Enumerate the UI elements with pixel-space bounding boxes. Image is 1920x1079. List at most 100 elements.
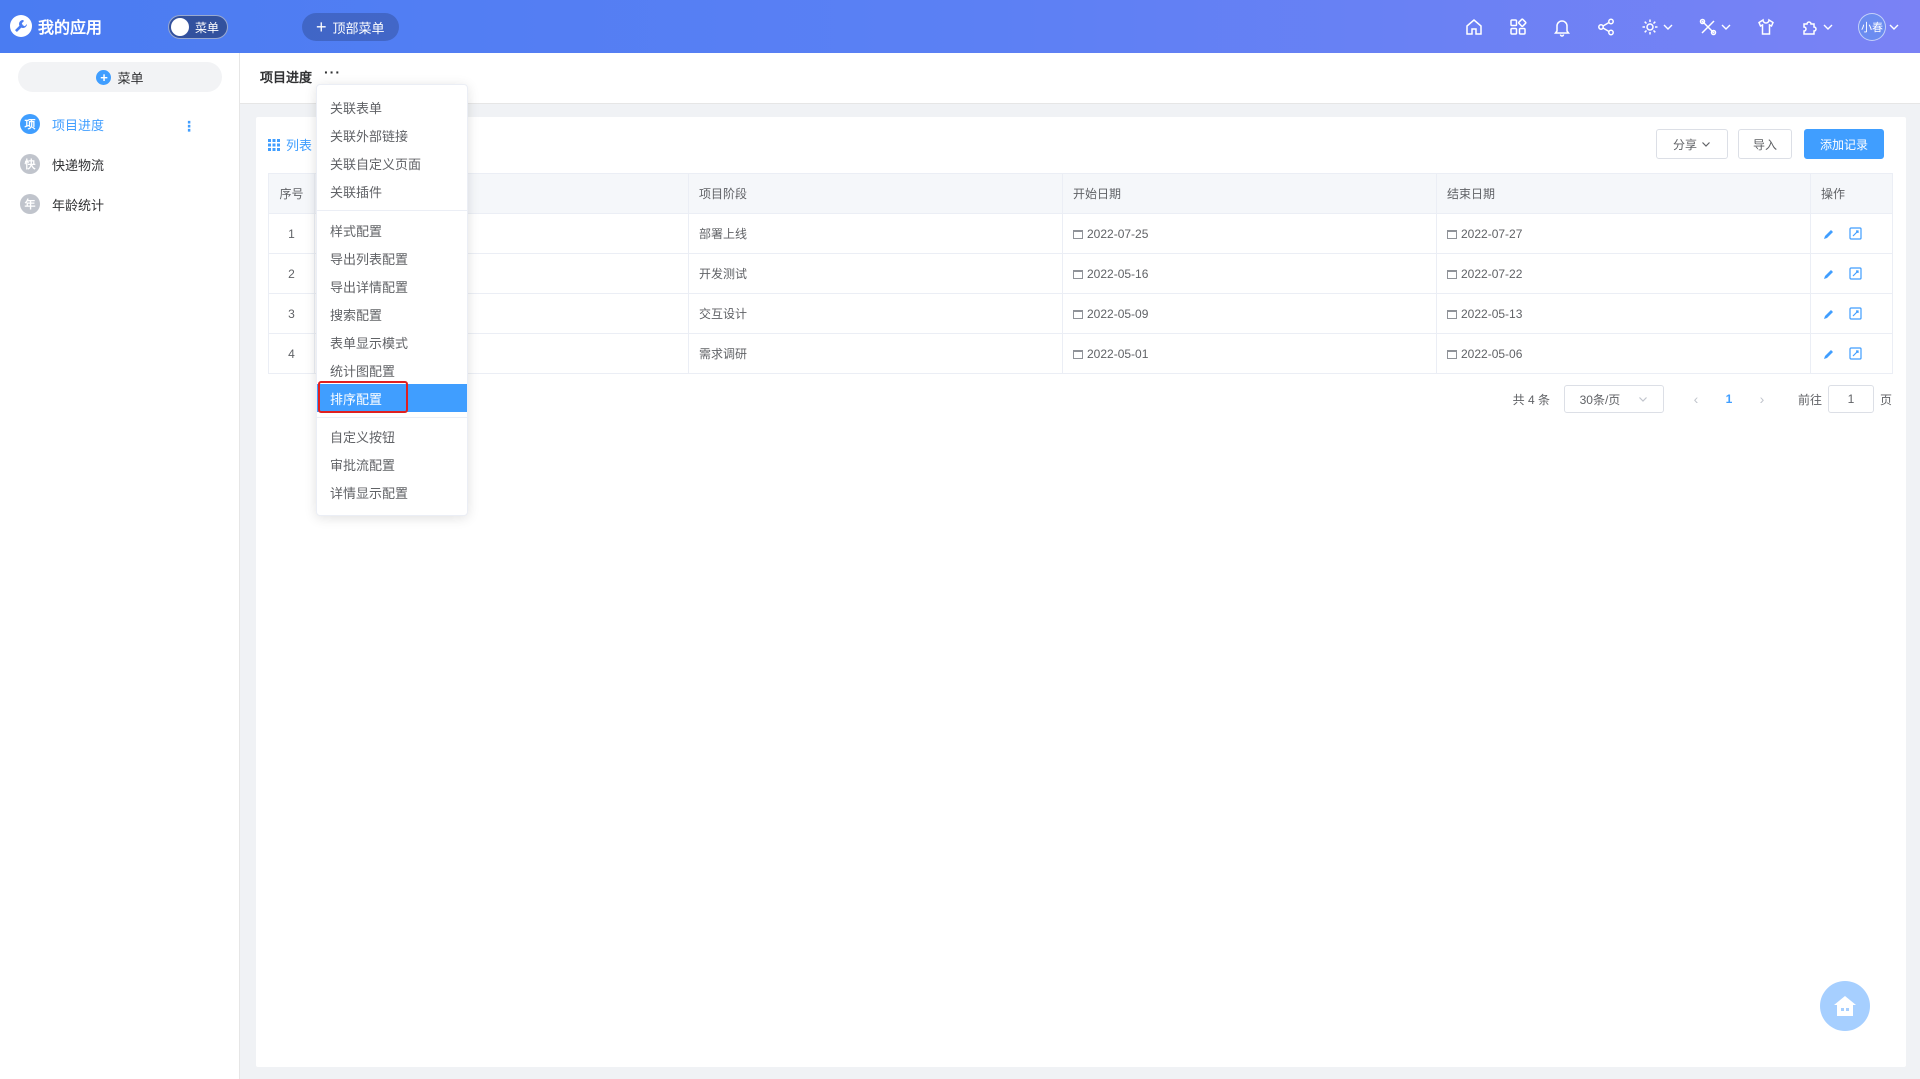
edit-icon[interactable]	[1823, 308, 1835, 320]
cell-start-date: 2022-05-01	[1062, 333, 1437, 374]
page-size-select[interactable]: 30条/页	[1563, 385, 1664, 413]
menu-item-detail-display-config[interactable]: 详情显示配置	[317, 478, 467, 506]
sidebar-item-project-progress[interactable]: 项 项目进度	[20, 112, 104, 136]
more-options-button[interactable]: ···	[324, 64, 341, 80]
sidebar-item-badge: 年	[20, 194, 40, 214]
gear-icon[interactable]	[1628, 0, 1686, 53]
next-page-icon[interactable]: ›	[1744, 391, 1780, 407]
more-vertical-icon[interactable]: ⋮	[182, 119, 196, 133]
start-date-text: 2022-05-16	[1087, 266, 1149, 281]
menu-item-custom-button[interactable]: 自定义按钮	[317, 422, 467, 450]
cell-actions	[1810, 293, 1893, 334]
row-number: 1	[268, 213, 315, 254]
edit-icon[interactable]	[1823, 228, 1835, 240]
table-row[interactable]: 4 需求调研 2022-05-01 2022-05-06	[268, 333, 1893, 374]
cell-stage: 开发测试	[688, 253, 1063, 294]
add-top-menu-button[interactable]: + 顶部菜单	[302, 13, 399, 41]
sidebar-item-badge: 快	[20, 154, 40, 174]
current-page[interactable]: 1	[1714, 392, 1744, 406]
start-date-text: 2022-05-01	[1087, 346, 1149, 361]
share-button[interactable]: 分享	[1656, 129, 1728, 159]
import-button[interactable]: 导入	[1738, 129, 1792, 159]
sidebar-item-age-statistics[interactable]: 年 年龄统计	[20, 192, 104, 216]
more-options-dropdown: 关联表单 关联外部链接 关联自定义页面 关联插件 样式配置 导出列表配置 导出详…	[316, 84, 468, 516]
menu-item-link-form[interactable]: 关联表单	[317, 93, 467, 121]
cell-end-date: 2022-05-13	[1436, 293, 1811, 334]
plugin-icon[interactable]	[1788, 0, 1846, 53]
end-date-text: 2022-07-27	[1461, 226, 1523, 241]
cell-end-date: 2022-07-27	[1436, 213, 1811, 254]
sidebar: + 菜单 项 项目进度 ⋮ 快 快递物流 年 年龄统计	[0, 53, 240, 1079]
detail-icon[interactable]	[1849, 267, 1862, 280]
sidebar-item-badge: 项	[20, 114, 40, 134]
menu-item-link-external[interactable]: 关联外部链接	[317, 121, 467, 149]
share-label: 分享	[1672, 137, 1697, 152]
detail-icon[interactable]	[1849, 307, 1862, 320]
prev-page-icon[interactable]: ‹	[1678, 391, 1714, 407]
menu-item-link-plugin[interactable]: 关联插件	[317, 177, 467, 205]
menu-item-link-custom-page[interactable]: 关联自定义页面	[317, 149, 467, 177]
shirt-icon[interactable]	[1744, 0, 1788, 53]
page-size-value: 30条/页	[1579, 392, 1621, 407]
edit-icon[interactable]	[1823, 268, 1835, 280]
detail-icon[interactable]	[1849, 347, 1862, 360]
column-header[interactable]: 结束日期	[1436, 173, 1811, 214]
user-menu[interactable]: 小春	[1846, 0, 1920, 53]
calendar-icon	[1447, 309, 1457, 319]
floating-home-button[interactable]	[1820, 981, 1870, 1031]
cell-start-date: 2022-05-16	[1062, 253, 1437, 294]
calendar-icon	[1073, 269, 1083, 279]
detail-icon[interactable]	[1849, 227, 1862, 240]
pagination: 共 4 条 30条/页 ‹ 1 › 前往 1 页	[1513, 385, 1892, 413]
table-header-row: 序号 项目阶段 开始日期 结束日期 操作	[268, 173, 1893, 214]
top-navigation-bar: 我的应用 菜单 + 顶部菜单 小春	[0, 0, 1920, 53]
row-number: 4	[268, 333, 315, 374]
total-count: 共 4 条	[1512, 392, 1550, 407]
cell-end-date: 2022-05-06	[1436, 333, 1811, 374]
table-row[interactable]: 3 交互设计 2022-05-09 2022-05-13	[268, 293, 1893, 334]
sidebar-item-express-logistics[interactable]: 快 快递物流	[20, 152, 104, 176]
cell-stage: 部署上线	[688, 213, 1063, 254]
add-menu-label: 菜单	[117, 70, 144, 86]
cell-start-date: 2022-07-25	[1062, 213, 1437, 254]
tools-icon[interactable]	[1686, 0, 1744, 53]
goto-page-input[interactable]: 1	[1827, 385, 1874, 413]
home-icon[interactable]	[1452, 0, 1496, 53]
apps-icon[interactable]	[1496, 0, 1540, 53]
menu-item-style-config[interactable]: 样式配置	[317, 216, 467, 244]
toggle-knob	[171, 18, 189, 36]
calendar-icon	[1073, 309, 1083, 319]
end-date-text: 2022-07-22	[1461, 266, 1523, 281]
menu-item-search-config[interactable]: 搜索配置	[317, 300, 467, 328]
cell-actions	[1810, 253, 1893, 294]
table-row[interactable]: 2 开发测试 2022-05-16 2022-07-22	[268, 253, 1893, 294]
menu-item-chart-config[interactable]: 统计图配置	[317, 356, 467, 384]
start-date-text: 2022-07-25	[1087, 226, 1149, 241]
table-row[interactable]: 1 部署上线 2022-07-25 2022-07-27	[268, 213, 1893, 254]
share-icon[interactable]	[1584, 0, 1628, 53]
column-header[interactable]: 项目阶段	[688, 173, 1063, 214]
edit-icon[interactable]	[1823, 348, 1835, 360]
menu-toggle-switch[interactable]: 菜单	[168, 15, 228, 39]
app-logo[interactable]: 我的应用	[10, 14, 102, 38]
menu-item-export-list-config[interactable]: 导出列表配置	[317, 244, 467, 272]
house-icon	[1834, 996, 1856, 1016]
bell-icon[interactable]	[1540, 0, 1584, 53]
sidebar-item-label: 项目进度	[52, 117, 105, 133]
cell-actions	[1810, 333, 1893, 374]
plus-icon: +	[316, 17, 327, 37]
column-header: 操作	[1810, 173, 1893, 214]
add-record-button[interactable]: 添加记录	[1804, 129, 1884, 159]
add-menu-button[interactable]: + 菜单	[18, 62, 222, 92]
tab-list-label: 列表	[286, 138, 313, 153]
grid-icon	[268, 138, 280, 151]
menu-item-approval-flow-config[interactable]: 审批流配置	[317, 450, 467, 478]
chevron-down-icon	[1702, 142, 1710, 147]
column-header[interactable]: 序号	[268, 173, 315, 214]
page-title: 项目进度	[260, 70, 313, 85]
column-header[interactable]: 开始日期	[1062, 173, 1437, 214]
header-icon-group: 小春	[1452, 0, 1920, 53]
menu-item-form-display-mode[interactable]: 表单显示模式	[317, 328, 467, 356]
tab-list-view[interactable]: 列表	[268, 135, 312, 154]
menu-item-export-detail-config[interactable]: 导出详情配置	[317, 272, 467, 300]
